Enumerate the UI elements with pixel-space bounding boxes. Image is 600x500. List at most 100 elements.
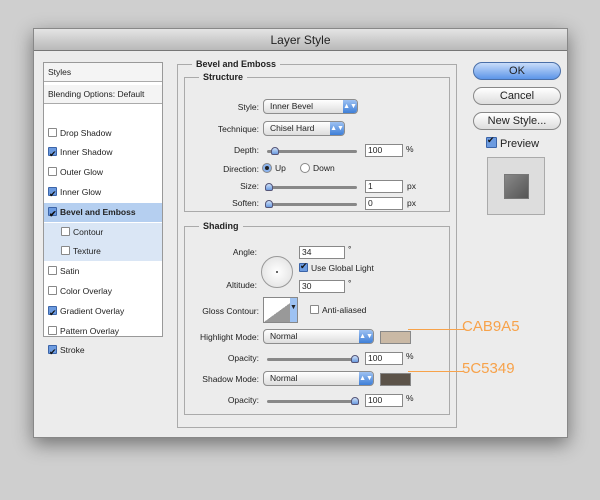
depth-slider[interactable]	[267, 147, 357, 155]
sidebar-item-drop-shadow[interactable]: Drop Shadow	[44, 124, 162, 143]
style-label: Style:	[237, 102, 259, 112]
styles-list: Styles Blending Options: Default Drop Shad…	[43, 62, 163, 362]
slider-thumb[interactable]	[271, 147, 279, 155]
highlight-annotation-line	[408, 329, 464, 330]
shadow-color-swatch[interactable]	[380, 373, 411, 386]
depth-input[interactable]: 100	[365, 144, 403, 157]
highlight-color-swatch[interactable]	[380, 331, 411, 344]
checkbox-icon	[299, 261, 308, 272]
size-input[interactable]: 1	[365, 180, 403, 193]
slider-thumb[interactable]	[265, 200, 273, 208]
sidebar-item-stroke[interactable]: Stroke	[44, 341, 162, 362]
new-style-button[interactable]: New Style...	[473, 112, 561, 130]
gloss-contour-picker[interactable]: ▼	[263, 297, 298, 323]
sidebar-item-inner-shadow[interactable]: Inner Shadow	[44, 143, 162, 164]
sidebar-item-label: Drop Shadow	[60, 127, 112, 138]
highlight-mode-value: Normal	[270, 331, 298, 341]
sidebar-item-gradient-overlay[interactable]: Gradient Overlay	[44, 302, 162, 323]
shadow-opacity-input[interactable]: 100	[365, 394, 403, 407]
checkbox-icon[interactable]	[48, 325, 57, 335]
shadow-mode-label: Shadow Mode:	[202, 374, 259, 384]
shadow-mode-value: Normal	[270, 373, 298, 383]
checkbox-icon[interactable]	[61, 226, 70, 236]
sidebar-item-label: Styles	[48, 67, 72, 77]
title-bar: Layer Style	[34, 29, 567, 51]
highlight-opacity-input[interactable]: 100	[365, 352, 403, 365]
sidebar-item-outer-glow[interactable]: Outer Glow	[44, 163, 162, 182]
use-global-light-checkbox[interactable]: Use Global Light	[299, 261, 374, 273]
sidebar-item-pattern-overlay[interactable]: Pattern Overlay	[44, 322, 162, 341]
sidebar-item-label: Outer Glow	[60, 167, 103, 178]
soften-slider[interactable]	[265, 200, 357, 208]
dropdown-arrow-icon: ▼	[290, 298, 297, 322]
direction-down-radio[interactable]: Down	[300, 163, 335, 173]
sidebar-item-label: Bevel and Emboss	[60, 206, 136, 217]
sidebar-item-inner-glow[interactable]: Inner Glow	[44, 183, 162, 204]
shadow-annotation-line	[408, 371, 464, 372]
sidebar-item-label: Texture	[73, 246, 101, 257]
angle-dial[interactable]	[261, 256, 293, 288]
soften-input[interactable]: 0	[365, 197, 403, 210]
checkbox-icon[interactable]	[61, 246, 70, 256]
slider-thumb[interactable]	[265, 183, 273, 191]
checkbox-icon[interactable]	[48, 127, 57, 137]
technique-label: Technique:	[217, 124, 259, 134]
shadow-color-annotation: 5C5349	[462, 360, 515, 377]
sidebar-item-label: Blending Options: Default	[48, 89, 145, 99]
updown-arrow-icon: ▲▼	[359, 330, 373, 343]
sidebar-item-label: Color Overlay	[60, 286, 112, 296]
checkbox-icon[interactable]	[48, 185, 57, 204]
sidebar-item-bevel-and-emboss[interactable]: Bevel and Emboss	[44, 202, 162, 224]
highlight-opacity-slider[interactable]	[267, 355, 359, 363]
sidebar-item-label: Pattern Overlay	[60, 325, 120, 336]
sidebar-item-satin[interactable]: Satin	[44, 262, 162, 281]
degree-sign: °	[348, 244, 352, 254]
style-value: Inner Bevel	[270, 101, 313, 111]
shadow-opacity-slider[interactable]	[267, 397, 359, 405]
sidebar-item-contour[interactable]: Contour	[44, 222, 162, 242]
anti-aliased-checkbox[interactable]: Anti-aliased	[310, 305, 366, 315]
checkbox-icon	[486, 135, 497, 148]
checkbox-icon[interactable]	[48, 167, 57, 177]
sidebar-item-label: Contour	[73, 226, 104, 237]
checkbox-icon	[310, 305, 319, 314]
checkbox-icon[interactable]	[48, 145, 57, 164]
anti-aliased-label: Anti-aliased	[322, 305, 367, 315]
sidebar-item-label: Satin	[60, 266, 80, 277]
size-slider[interactable]	[265, 183, 357, 191]
checkbox-icon[interactable]	[48, 205, 57, 224]
preview-label: Preview	[500, 138, 540, 150]
style-select[interactable]: Inner Bevel ▲▼	[263, 99, 358, 114]
slider-thumb[interactable]	[351, 355, 359, 363]
checkbox-icon[interactable]	[48, 266, 57, 276]
highlight-mode-select[interactable]: Normal ▲▼	[263, 329, 374, 344]
size-label: Size:	[240, 181, 259, 191]
direction-label: Direction:	[223, 164, 259, 174]
checkbox-icon[interactable]	[48, 304, 57, 323]
direction-up-radio[interactable]: Up	[262, 163, 286, 173]
technique-select[interactable]: Chisel Hard ▲▼	[263, 121, 345, 136]
sidebar-item-styles[interactable]: Styles	[44, 63, 162, 82]
checkbox-icon[interactable]	[48, 286, 57, 295]
soften-label: Soften:	[232, 198, 259, 208]
checkbox-icon[interactable]	[48, 343, 57, 362]
angle-input[interactable]: 34	[299, 246, 345, 259]
highlight-color-annotation: CAB9A5	[462, 318, 520, 335]
slider-thumb[interactable]	[351, 397, 359, 405]
sidebar-item-texture[interactable]: Texture	[44, 242, 162, 262]
soften-unit: px	[407, 198, 416, 208]
radio-icon	[262, 163, 272, 173]
shadow-mode-select[interactable]: Normal ▲▼	[263, 371, 374, 386]
percent-unit: %	[406, 393, 414, 403]
sidebar-item-label: Inner Glow	[60, 187, 102, 197]
sidebar-item-color-overlay[interactable]: Color Overlay	[44, 282, 162, 301]
preview-thumbnail	[487, 157, 545, 215]
cancel-button[interactable]: Cancel	[473, 87, 561, 105]
sidebar-item-blending-options-default[interactable]: Blending Options: Default	[44, 85, 162, 104]
altitude-input[interactable]: 30	[299, 280, 345, 293]
gloss-contour-label: Gloss Contour:	[202, 306, 259, 316]
structure-title: Structure	[203, 72, 244, 82]
ok-button[interactable]: OK	[473, 62, 561, 80]
updown-arrow-icon: ▲▼	[343, 100, 357, 113]
preview-checkbox[interactable]: Preview	[486, 135, 540, 150]
